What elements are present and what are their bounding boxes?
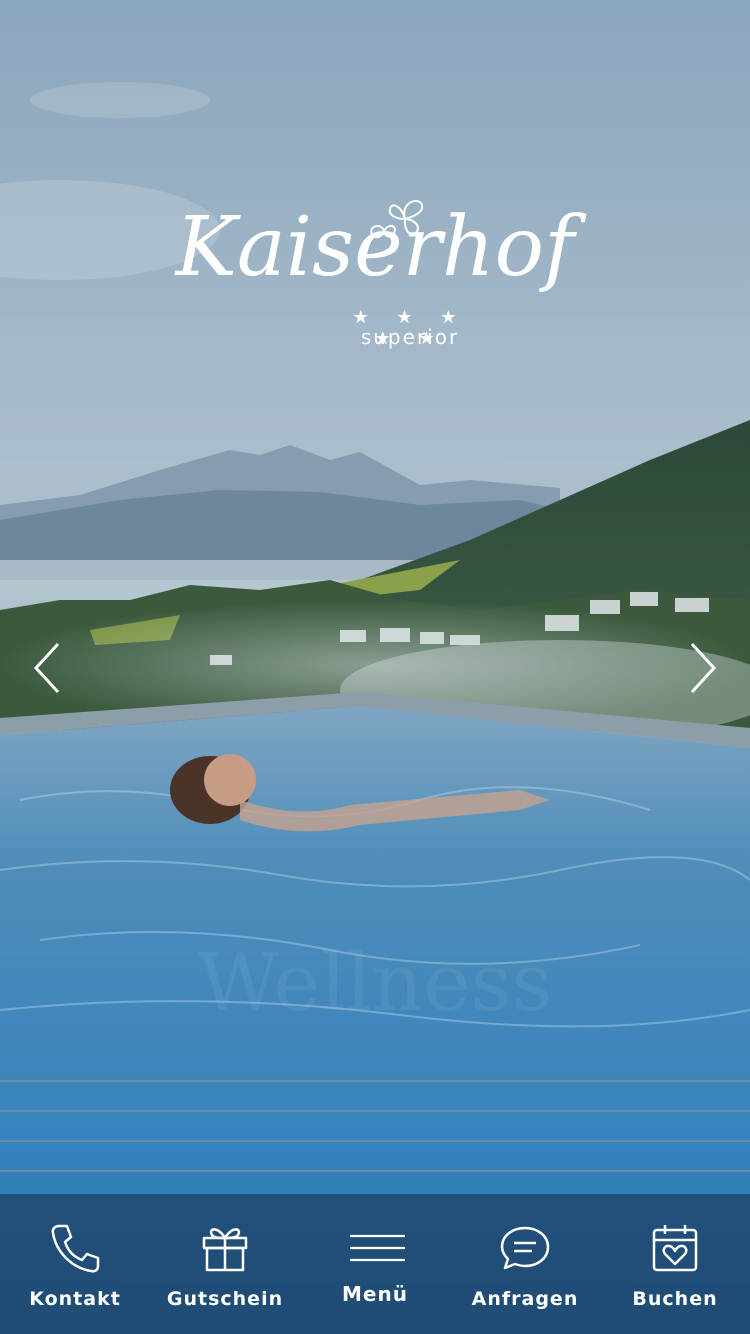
slider-prev-button[interactable] — [28, 640, 68, 696]
bottom-navigation-bar: Kontakt Gutschein Menü Anfragen Buchen — [0, 1194, 750, 1334]
chevron-right-icon — [690, 642, 717, 694]
nav-menu-button[interactable]: Menü — [300, 1194, 450, 1334]
nav-anfragen-label: Anfragen — [471, 1288, 579, 1310]
nav-anfragen-button[interactable]: Anfragen — [450, 1194, 600, 1334]
brand-name: Kaiserhof — [175, 200, 575, 295]
svg-text:Wellness: Wellness — [197, 936, 552, 1029]
gift-icon — [202, 1228, 248, 1272]
nav-gutschein-button[interactable]: Gutschein — [150, 1194, 300, 1334]
hero-slider: Wellness Kaiserhof ★ ★ ★ ★ ★ superior — [0, 0, 750, 1334]
calendar-heart-icon — [652, 1225, 698, 1272]
nav-kontakt-label: Kontakt — [29, 1288, 121, 1310]
chevron-left-icon — [33, 642, 60, 694]
slider-next-button[interactable] — [684, 640, 724, 696]
nav-kontakt-button[interactable]: Kontakt — [0, 1194, 150, 1334]
phone-icon — [51, 1224, 100, 1273]
brand-tagline: superior — [360, 325, 460, 349]
nav-buchen-label: Buchen — [632, 1288, 718, 1310]
chat-bubble-icon — [500, 1226, 550, 1270]
nav-buchen-button[interactable]: Buchen — [600, 1194, 750, 1334]
brand-logo[interactable]: Kaiserhof ★ ★ ★ ★ ★ superior — [175, 195, 575, 355]
nav-gutschein-label: Gutschein — [166, 1288, 284, 1310]
nav-menu-label: Menü — [342, 1282, 408, 1306]
hamburger-menu-icon — [350, 1234, 405, 1262]
